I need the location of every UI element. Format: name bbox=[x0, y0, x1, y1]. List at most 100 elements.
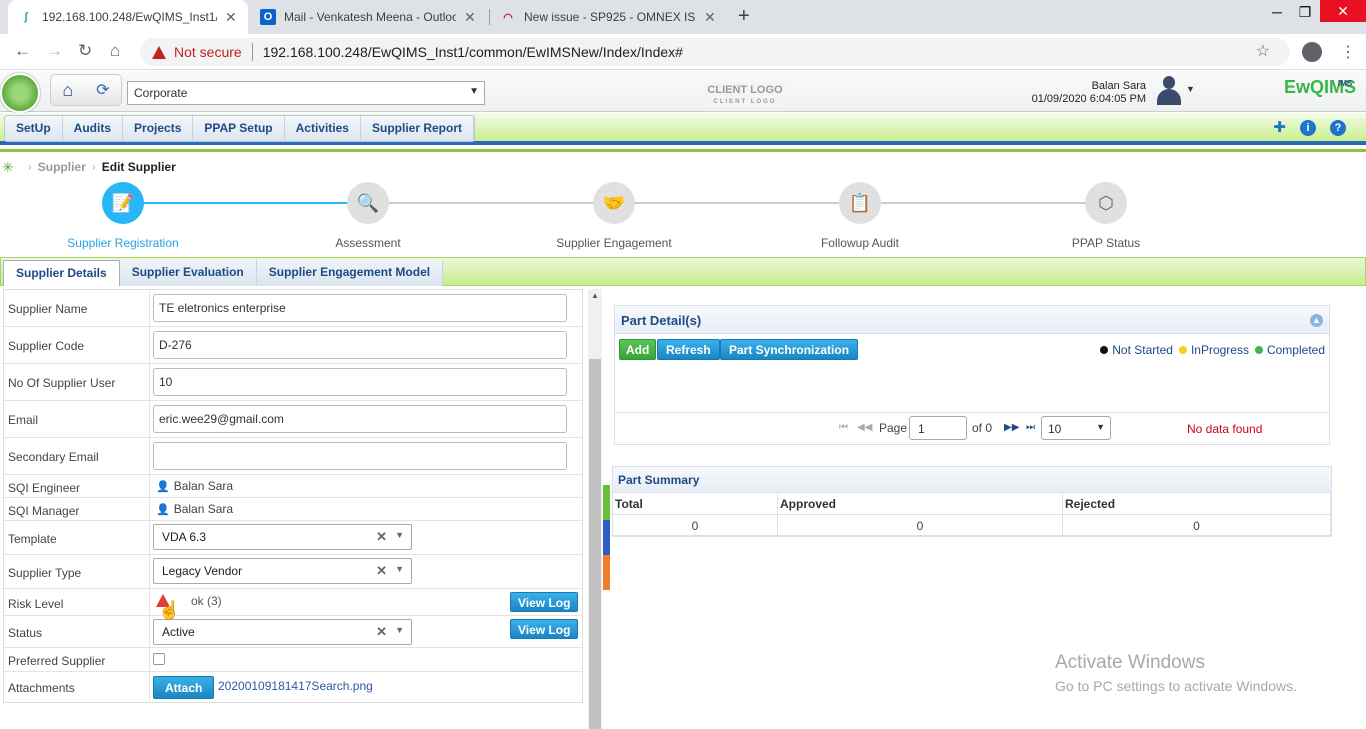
supplier-code-input[interactable]: D-276 bbox=[153, 331, 567, 359]
supplier-code-label: Supplier Code bbox=[8, 339, 85, 353]
part-summary-panel: Part Summary Total Approved Rejected 0 0… bbox=[612, 466, 1332, 537]
brand-superscript: IMS bbox=[1338, 79, 1353, 88]
scroll-up-icon[interactable]: ▲ bbox=[591, 291, 599, 300]
tab-supplier-details[interactable]: Supplier Details bbox=[3, 260, 120, 286]
last-page-icon[interactable]: ⏭ bbox=[1026, 422, 1035, 433]
help-icon[interactable]: ? bbox=[1330, 120, 1346, 136]
window-close-icon[interactable]: ✕ bbox=[1320, 0, 1366, 22]
row-attachments: Attachments Attach 20200109181417Search.… bbox=[4, 672, 582, 703]
form-scrollbar[interactable]: ▲ bbox=[588, 289, 602, 729]
header-quick-icons: ⌂ ⟳ bbox=[50, 74, 122, 106]
part-synchronization-button[interactable]: Part Synchronization bbox=[720, 339, 859, 360]
step-label: Supplier Engagement bbox=[556, 236, 672, 250]
next-page-icon[interactable]: ▶▶ bbox=[1004, 422, 1019, 433]
preferred-supplier-checkbox[interactable] bbox=[153, 653, 165, 665]
home-browser-icon[interactable]: ⌂ bbox=[110, 41, 120, 61]
supplier-name-input[interactable]: TE eletronics enterprise bbox=[153, 294, 567, 322]
home-icon[interactable]: ⌂ bbox=[62, 80, 73, 101]
add-part-button[interactable]: Add bbox=[619, 339, 657, 360]
row-secondary-email: Secondary Email bbox=[4, 438, 582, 475]
address-bar[interactable]: Not secure 192.168.100.248/EwQIMS_Inst1/… bbox=[140, 38, 1290, 66]
step-assessment[interactable]: 🔍 Assessment bbox=[298, 182, 438, 250]
collapse-icon[interactable]: ▲ bbox=[1310, 314, 1323, 327]
status-view-log-button[interactable]: View Log bbox=[510, 619, 579, 639]
breadcrumb-supplier[interactable]: Supplier bbox=[38, 160, 86, 174]
status-value: Active bbox=[162, 625, 195, 639]
scrollbar-thumb[interactable] bbox=[589, 359, 601, 729]
breadcrumb-home-icon[interactable]: ✳ bbox=[2, 159, 14, 176]
omnibox-separator bbox=[251, 43, 253, 61]
menu-activities[interactable]: Activities bbox=[285, 116, 361, 141]
template-value: VDA 6.3 bbox=[162, 530, 207, 544]
no-of-users-label: No Of Supplier User bbox=[8, 376, 116, 390]
corporate-select[interactable]: Corporate ▼ bbox=[127, 81, 485, 105]
back-icon[interactable]: ← bbox=[14, 41, 31, 61]
browser-tab-ewqims[interactable]: ʃ 192.168.100.248/EwQIMS_Inst1/c ✕ bbox=[8, 0, 248, 34]
brand-logo: EwQIMS IMS bbox=[1284, 77, 1356, 98]
page-number-input[interactable]: 1 bbox=[909, 416, 967, 440]
tab-supplier-engagement-model[interactable]: Supplier Engagement Model bbox=[257, 260, 444, 286]
menu-supplier-report[interactable]: Supplier Report bbox=[361, 116, 474, 141]
row-template: Template VDA 6.3 ✕ ▼ bbox=[4, 521, 582, 555]
chevron-down-icon: ▼ bbox=[469, 86, 479, 97]
not-secure-indicator[interactable]: Not secure bbox=[152, 44, 242, 60]
prev-page-icon[interactable]: ◀◀ bbox=[857, 422, 872, 433]
step-supplier-registration[interactable]: 📝 Supplier Registration bbox=[53, 182, 193, 250]
secondary-email-input[interactable] bbox=[153, 442, 567, 470]
profile-avatar-icon[interactable] bbox=[1302, 42, 1322, 62]
menu-audits[interactable]: Audits bbox=[63, 116, 124, 141]
chevron-down-icon[interactable]: ▼ bbox=[395, 625, 404, 635]
pin-icon[interactable]: ✚ bbox=[1273, 120, 1286, 136]
clear-icon[interactable]: ✕ bbox=[376, 563, 387, 579]
step-label: Supplier Registration bbox=[67, 236, 179, 250]
step-ppap-status[interactable]: ⬡ PPAP Status bbox=[1036, 182, 1176, 250]
first-page-icon[interactable]: ⏮ bbox=[839, 422, 848, 433]
risk-view-log-button[interactable]: View Log bbox=[510, 592, 579, 612]
tab-supplier-evaluation[interactable]: Supplier Evaluation bbox=[120, 260, 257, 286]
email-input[interactable]: eric.wee29@gmail.com bbox=[153, 405, 567, 433]
part-pager: ⏮ ◀◀ Page 1 of 0 ▶▶ ⏭ 10 ▼ No data found bbox=[615, 412, 1329, 444]
chevron-down-icon[interactable]: ▼ bbox=[395, 564, 404, 574]
close-tab-icon[interactable]: ✕ bbox=[704, 9, 716, 26]
attach-button[interactable]: Attach bbox=[153, 676, 215, 699]
page-size-select[interactable]: 10 ▼ bbox=[1041, 416, 1111, 440]
close-tab-icon[interactable]: ✕ bbox=[225, 9, 237, 26]
reload-icon[interactable]: ↻ bbox=[78, 41, 92, 61]
browser-tab-outlook[interactable]: O Mail - Venkatesh Meena - Outloo ✕ bbox=[250, 0, 488, 34]
status-select[interactable]: Active ✕ ▼ bbox=[153, 619, 412, 645]
close-tab-icon[interactable]: ✕ bbox=[464, 9, 476, 26]
clear-icon[interactable]: ✕ bbox=[376, 529, 387, 545]
page-count-label: of 0 bbox=[972, 421, 993, 435]
status-label: Status bbox=[8, 626, 43, 640]
bookmark-star-icon[interactable]: ☆ bbox=[1256, 41, 1270, 61]
menu-ppap-setup[interactable]: PPAP Setup bbox=[193, 116, 285, 141]
row-preferred-supplier: Preferred Supplier bbox=[4, 648, 582, 672]
no-of-users-input[interactable]: 10 bbox=[153, 368, 567, 396]
step-supplier-engagement[interactable]: 🤝 Supplier Engagement bbox=[544, 182, 684, 250]
menu-setup[interactable]: SetUp bbox=[5, 116, 63, 141]
info-icon[interactable]: i bbox=[1300, 120, 1316, 136]
audit-clipboard-icon: 📋 bbox=[839, 182, 881, 224]
browser-menu-icon[interactable]: ⋮ bbox=[1340, 42, 1356, 62]
new-tab-button[interactable]: + bbox=[738, 5, 750, 28]
minimize-icon[interactable]: ─ bbox=[1262, 4, 1292, 20]
restore-icon[interactable]: ❐ bbox=[1290, 4, 1320, 21]
template-select[interactable]: VDA 6.3 ✕ ▼ bbox=[153, 524, 412, 550]
app-logo-icon[interactable] bbox=[0, 73, 40, 113]
outlook-icon: O bbox=[260, 9, 276, 25]
forward-icon[interactable]: → bbox=[46, 41, 63, 61]
chevron-down-icon[interactable]: ▼ bbox=[395, 530, 404, 540]
refresh-icon[interactable]: ⟳ bbox=[96, 80, 109, 100]
supplier-type-select[interactable]: Legacy Vendor ✕ ▼ bbox=[153, 558, 412, 584]
app-header: ⌂ ⟳ Corporate ▼ CLIENT LOGO CLIENT LOGO … bbox=[0, 71, 1366, 113]
row-status: Status Active ✕ ▼ View Log bbox=[4, 616, 582, 648]
user-avatar-icon[interactable] bbox=[1155, 76, 1183, 106]
menu-projects[interactable]: Projects bbox=[123, 116, 194, 141]
step-followup-audit[interactable]: 📋 Followup Audit bbox=[790, 182, 930, 250]
browser-tab-issue[interactable]: ◠ New issue - SP925 - OMNEX ISSU ✕ bbox=[490, 0, 728, 34]
refresh-parts-button[interactable]: Refresh bbox=[657, 339, 720, 360]
user-menu-chevron-icon[interactable]: ▼ bbox=[1186, 84, 1195, 94]
row-sqi-engineer: SQI Engineer 👤 Balan Sara bbox=[4, 475, 582, 498]
attachment-file-link[interactable]: 20200109181417Search.png bbox=[218, 679, 373, 693]
clear-icon[interactable]: ✕ bbox=[376, 624, 387, 640]
